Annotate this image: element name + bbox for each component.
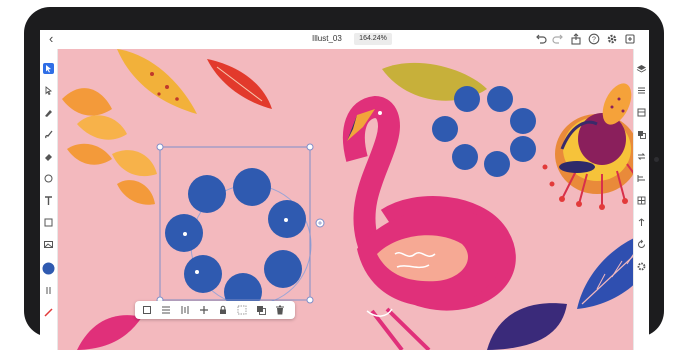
distribute-icon[interactable]: [636, 173, 647, 184]
share-icon[interactable]: [570, 33, 582, 45]
properties-icon[interactable]: [636, 107, 647, 118]
export-icon[interactable]: [624, 33, 636, 45]
layers-icon[interactable]: [636, 63, 647, 74]
help-icon[interactable]: ?: [588, 33, 600, 45]
arrange-icon[interactable]: [636, 129, 647, 140]
align-icon[interactable]: [160, 304, 172, 316]
context-action-bar: [135, 301, 295, 319]
text-tool-icon[interactable]: [43, 195, 54, 206]
svg-text:?: ?: [592, 37, 596, 44]
select-tool-icon[interactable]: [43, 63, 54, 74]
align-icon[interactable]: [636, 85, 647, 96]
tablet-frame: ‹ Illust_03 164.24% ?: [24, 7, 664, 350]
resize-handle-bottom-right: [306, 296, 314, 304]
brush-tool-icon[interactable]: [43, 129, 54, 140]
image-tool-icon[interactable]: [43, 217, 54, 228]
shape-tool-icon[interactable]: [43, 173, 54, 184]
undo-icon[interactable]: [535, 33, 547, 45]
rotate-icon[interactable]: [636, 239, 647, 250]
camera-dot: [654, 157, 659, 162]
direct-select-tool-icon[interactable]: [43, 85, 54, 96]
app-screen: ‹ Illust_03 164.24% ?: [40, 30, 649, 350]
group-icon[interactable]: [236, 304, 248, 316]
resize-handle-top-left: [156, 143, 164, 151]
repeat-icon[interactable]: [636, 151, 647, 162]
settings-icon[interactable]: [636, 261, 647, 272]
zoom-level[interactable]: 164.24%: [354, 33, 392, 45]
resize-handle-top-right: [306, 143, 314, 151]
top-bar: ‹ Illust_03 164.24% ?: [40, 30, 649, 50]
distribute-icon[interactable]: [179, 304, 191, 316]
transform-icon[interactable]: [141, 304, 153, 316]
picture-tool-icon[interactable]: [43, 239, 54, 250]
left-toolbar: [40, 49, 58, 350]
lock-icon[interactable]: [217, 304, 229, 316]
grid-icon[interactable]: [636, 195, 647, 206]
stroke-tool-icon[interactable]: [43, 285, 54, 296]
document-title[interactable]: Illust_03: [312, 34, 342, 43]
delete-icon[interactable]: [274, 304, 286, 316]
redo-icon[interactable]: [552, 33, 564, 45]
duplicate-icon[interactable]: [255, 304, 267, 316]
plus-icon[interactable]: [198, 304, 210, 316]
right-toolbar: [633, 49, 649, 350]
back-chevron-icon[interactable]: ‹: [49, 31, 53, 46]
color-swatch[interactable]: [42, 262, 55, 275]
eraser-tool-icon[interactable]: [43, 151, 54, 162]
pen-tool-icon[interactable]: [43, 107, 54, 118]
settings-gear-icon[interactable]: [606, 33, 618, 45]
path-icon[interactable]: [636, 217, 647, 228]
line-color-icon[interactable]: [43, 307, 54, 318]
